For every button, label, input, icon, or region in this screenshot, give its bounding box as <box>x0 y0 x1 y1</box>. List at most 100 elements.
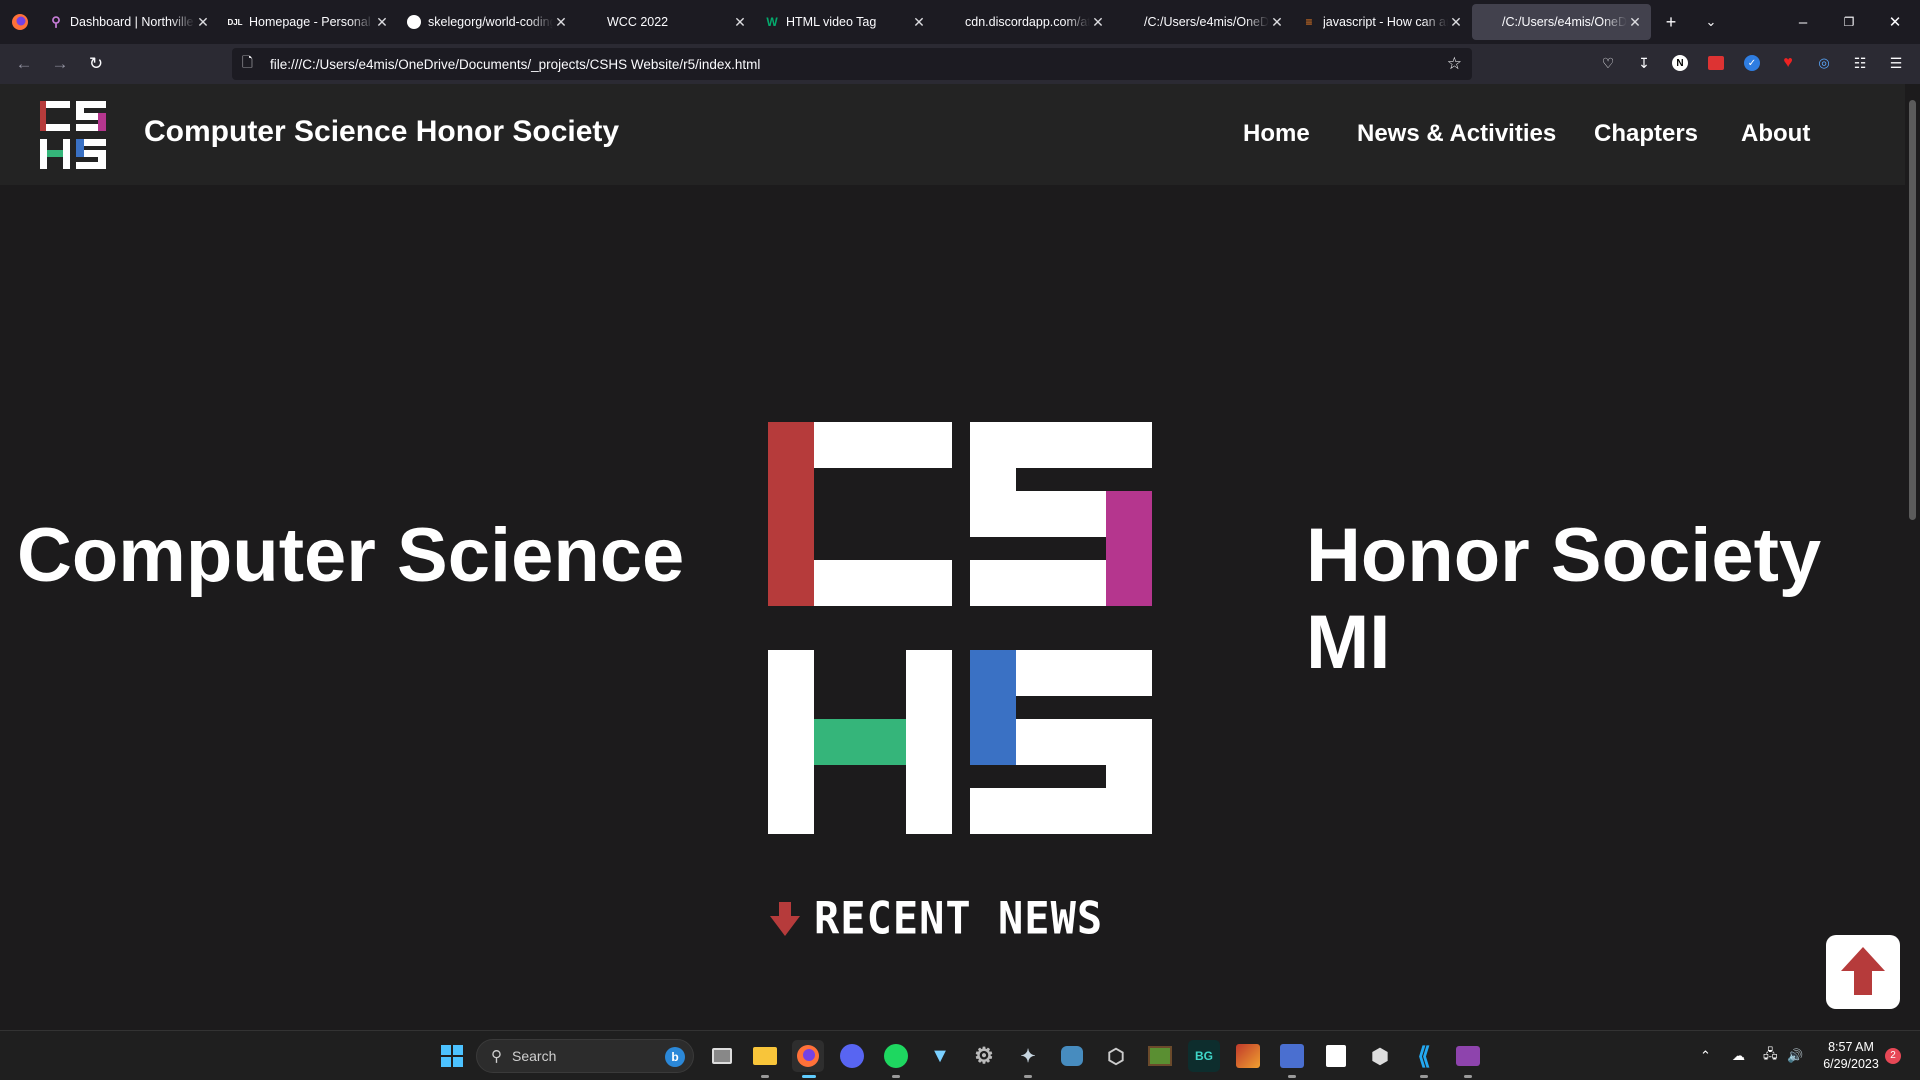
extension-blue-check-icon[interactable]: ✓ <box>1741 52 1763 74</box>
browser-tab[interactable]: cdn.discordapp.com/attachments✕ <box>935 4 1114 40</box>
browser-tab[interactable]: DJL Homepage - Personal Finance✕ <box>219 4 398 40</box>
browser-tab[interactable]: skelegorg/world-coding ✕ <box>398 4 577 40</box>
restore-icon[interactable]: ❐ <box>1826 0 1872 44</box>
tab-title: WCC 2022 <box>607 15 669 29</box>
twitch-icon[interactable] <box>1320 1040 1352 1072</box>
browser-tab[interactable]: WCC 2022 ✕ <box>577 4 756 40</box>
close-tab-icon[interactable]: ✕ <box>732 14 748 31</box>
network-icon[interactable]: 🖧 <box>1763 1031 1778 1080</box>
tab-favicon-icon: ⚲ <box>51 14 61 29</box>
notion-extension-icon[interactable]: N <box>1669 52 1691 74</box>
hero-cshs-logo <box>768 422 1152 834</box>
clock-time: 8:57 AM <box>1828 1040 1874 1054</box>
app-menu-icon[interactable]: ☰ <box>1885 52 1907 74</box>
tray-overflow-icon[interactable]: ⌃ <box>1700 1031 1711 1080</box>
paint-app-icon[interactable] <box>1276 1040 1308 1078</box>
site-title[interactable]: Computer Science Honor Society <box>144 115 619 149</box>
tab-favicon-icon <box>406 14 422 30</box>
tab-favicon-icon <box>943 14 959 30</box>
tab-favicon-icon: DJL <box>227 17 243 27</box>
start-windows-icon[interactable] <box>436 1040 468 1072</box>
search-icon: ⚲ <box>491 1048 502 1065</box>
clock-date: 6/29/2023 <box>1823 1057 1879 1071</box>
arrow-up-icon <box>1841 947 1885 995</box>
bg-app-icon[interactable]: BG <box>1188 1040 1220 1072</box>
game-icon[interactable] <box>1232 1040 1264 1072</box>
volume-icon[interactable]: 🔊 <box>1787 1031 1803 1080</box>
tab-title: Homepage - Personal Finance <box>249 15 374 29</box>
tab-favicon-icon: ≡ <box>1305 15 1313 29</box>
tab-title: /C:/Users/e4mis/OneDrive/ <box>1144 15 1269 29</box>
nav-link-home[interactable]: Home <box>1243 120 1310 148</box>
extension-red-icon[interactable] <box>1705 52 1727 74</box>
cube-app-icon[interactable]: ⬢ <box>1364 1040 1396 1072</box>
browser-tab[interactable]: /C:/Users/e4mis/OneDrive/✕ <box>1114 4 1293 40</box>
notification-badge[interactable]: 2 <box>1885 1048 1901 1064</box>
video-editor-icon[interactable] <box>1452 1040 1484 1078</box>
scrollbar-thumb[interactable] <box>1909 100 1916 520</box>
hero-title-right: Honor Society MI <box>1306 513 1822 685</box>
nav-link-about[interactable]: About <box>1741 120 1810 148</box>
windows-taskbar: ⚲ Search b ▼ ⚙ ✦ ⬡ BG ⬢ ⟪ ⌃ ☁ 🖧 🔊 8:57 A… <box>0 1030 1920 1080</box>
minecraft-icon[interactable] <box>1144 1040 1176 1072</box>
close-tab-icon[interactable]: ✕ <box>553 14 569 31</box>
extension-heart-icon[interactable]: ♥ <box>1777 52 1799 74</box>
tab-title: javascript - How can an <box>1323 15 1448 29</box>
new-tab-icon[interactable]: + <box>1651 4 1691 40</box>
browser-tab[interactable]: ⚲ Dashboard | Northville ✕ <box>40 4 219 40</box>
vscode-icon[interactable]: ⟪ <box>1408 1040 1440 1078</box>
nav-link-chapters[interactable]: Chapters <box>1594 120 1698 148</box>
firefox-taskbar-icon[interactable] <box>792 1040 824 1078</box>
close-tab-icon[interactable]: ✕ <box>1090 14 1106 31</box>
extension-target-icon[interactable]: ◎ <box>1813 52 1835 74</box>
list-all-tabs-icon[interactable]: ⌄ <box>1691 4 1731 40</box>
cshs-logo[interactable] <box>40 101 106 169</box>
close-tab-icon[interactable]: ✕ <box>1448 14 1464 31</box>
pocket-icon[interactable]: ♡ <box>1597 52 1619 74</box>
godot-icon[interactable] <box>1056 1040 1088 1072</box>
extensions-puzzle-icon[interactable]: ☷ <box>1849 52 1871 74</box>
close-window-icon[interactable]: ✕ <box>1872 0 1918 44</box>
close-tab-icon[interactable]: ✕ <box>1627 14 1643 31</box>
taskbar-search[interactable]: ⚲ Search b <box>476 1039 694 1073</box>
tab-favicon-icon: W <box>766 15 778 29</box>
steam-icon[interactable]: ✦ <box>1012 1040 1044 1078</box>
recent-news-heading[interactable]: RECENT NEWS <box>770 893 1103 944</box>
tab-title: Dashboard | Northville <box>70 15 194 29</box>
tab-favicon-icon <box>1480 14 1496 30</box>
scroll-to-top-button[interactable] <box>1826 935 1900 1009</box>
minimize-icon[interactable]: – <box>1780 0 1826 44</box>
spotify-icon[interactable] <box>880 1040 912 1078</box>
page-icon: 🗋 <box>242 54 253 70</box>
url-bar[interactable]: 🗋 file:///C:/Users/e4mis/OneDrive/Docume… <box>232 48 1472 80</box>
reload-icon[interactable]: ↻ <box>78 48 114 80</box>
taskbar-clock[interactable]: 8:57 AM 6/29/2023 <box>1816 1039 1886 1073</box>
nav-link-news-activities[interactable]: News & Activities <box>1357 120 1556 148</box>
close-tab-icon[interactable]: ✕ <box>374 14 390 31</box>
settings-gear-icon[interactable]: ⚙ <box>968 1040 1000 1072</box>
firefox-menu-icon[interactable] <box>0 0 40 44</box>
tab-favicon-icon <box>1122 14 1138 30</box>
downloads-icon[interactable]: ↧ <box>1633 52 1655 74</box>
task-view-icon[interactable] <box>706 1040 738 1072</box>
browser-tab[interactable]: W HTML video Tag ✕ <box>756 4 935 40</box>
site-header: Computer Science Honor Society Home News… <box>0 84 1905 185</box>
browser-tab-bar: ⚲ Dashboard | Northville ✕ DJL Homepage - Pe… <box>0 0 1920 44</box>
file-explorer-icon[interactable] <box>749 1040 781 1078</box>
tab-favicon-icon <box>585 14 601 30</box>
tab-title: HTML video Tag <box>786 15 877 29</box>
close-tab-icon[interactable]: ✕ <box>195 14 211 31</box>
app-triangle-icon[interactable]: ▼ <box>924 1040 956 1072</box>
onedrive-icon[interactable]: ☁ <box>1732 1031 1745 1080</box>
discord-icon[interactable] <box>836 1040 868 1072</box>
back-icon[interactable]: ← <box>6 48 42 80</box>
browser-tab[interactable]: ≡ javascript - How can an ✕ <box>1293 4 1472 40</box>
close-tab-icon[interactable]: ✕ <box>911 14 927 31</box>
forward-icon[interactable]: → <box>42 48 78 80</box>
bookmark-star-icon[interactable]: ☆ <box>1447 54 1462 74</box>
unity-hub-icon[interactable]: ⬡ <box>1100 1040 1132 1072</box>
url-text: file:///C:/Users/e4mis/OneDrive/Document… <box>270 56 761 72</box>
browser-tab[interactable]: /C:/Users/e4mis/OneDrive/✕ <box>1472 4 1651 40</box>
page-scrollbar[interactable] <box>1905 84 1920 1030</box>
close-tab-icon[interactable]: ✕ <box>1269 14 1285 31</box>
